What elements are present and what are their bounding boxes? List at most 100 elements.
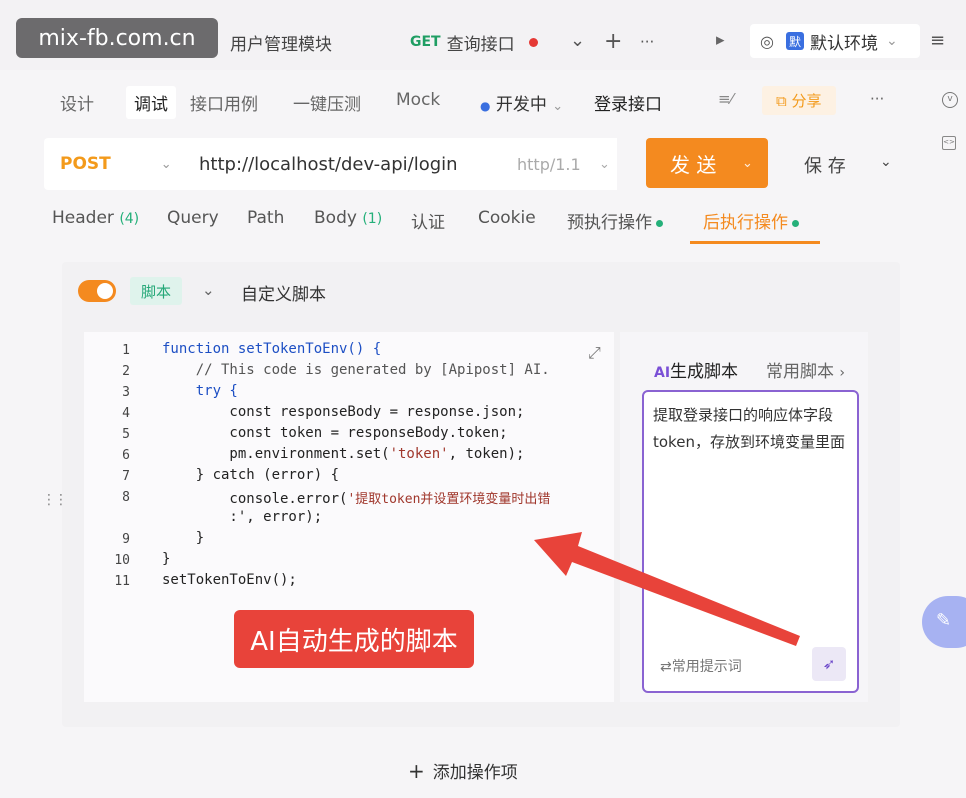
- code-line: const token = responseBody.token;: [162, 425, 508, 441]
- tab-user-module[interactable]: 用户管理模块: [230, 22, 332, 62]
- annotation-arrow: [534, 532, 800, 646]
- tab-label: 用户管理模块: [230, 34, 332, 55]
- url-text: http://localhost/dev-api/login: [199, 153, 458, 175]
- hint-label: 常用提示词: [671, 659, 742, 675]
- mode-toolbar: 设计 调试 接口用例 一键压测 Mock ● 开发中 ⌄ 登录接口 ≡⁄ ⧉ 分…: [40, 78, 920, 126]
- tab-path[interactable]: Path: [247, 208, 284, 228]
- line-number: 6: [122, 448, 130, 463]
- line-number: 10: [114, 553, 130, 568]
- chevron-down-icon: ⌄: [742, 155, 753, 171]
- code-line: } catch (error) {: [162, 467, 340, 483]
- method-badge: GET: [410, 34, 441, 50]
- tab-post-script[interactable]: 后执行操作: [703, 208, 799, 233]
- tab-label: 查询接口: [446, 34, 515, 55]
- tab-header[interactable]: Header (4): [52, 208, 139, 228]
- url-input[interactable]: http://localhost/dev-api/login http/1.1 …: [187, 138, 617, 190]
- tab-label: Header: [52, 208, 114, 228]
- share-icon: ⧉: [776, 92, 792, 110]
- unsaved-dot: [528, 37, 538, 47]
- plus-icon[interactable]: +: [604, 29, 622, 54]
- plus-icon: +: [408, 759, 425, 783]
- environment-label: 默认环境: [809, 33, 878, 54]
- menu-icon[interactable]: ≡: [930, 30, 945, 51]
- eye-icon: ◎: [760, 31, 774, 51]
- drag-handle-icon[interactable]: ⋮⋮: [42, 492, 68, 508]
- chevron-down-icon[interactable]: ⌄: [570, 30, 585, 51]
- tab-query[interactable]: Query: [167, 208, 219, 228]
- common-prompts-link[interactable]: ⇄常用提示词: [660, 656, 742, 676]
- share-button[interactable]: ⧉ 分享: [762, 86, 836, 115]
- tab-label: Body: [314, 208, 357, 228]
- watermark: mix-fb.com.cn: [16, 18, 218, 58]
- sparkle-icon: ⇄: [660, 659, 672, 675]
- line-number: 9: [122, 532, 130, 547]
- active-tab-underline: [690, 241, 820, 244]
- rocket-send-icon[interactable]: ➶: [812, 647, 846, 681]
- code-string: '提取token并设置环境变量时出错: [347, 492, 551, 507]
- param-tabs: Header (4) Query Path Body (1) 认证 Cookie…: [40, 196, 870, 248]
- chevron-down-icon: ⌄: [885, 33, 898, 49]
- status-dropdown[interactable]: ● 开发中 ⌄: [480, 90, 563, 115]
- tab-auth[interactable]: 认证: [411, 208, 445, 233]
- send-button[interactable]: 发 送 ⌄: [646, 138, 768, 188]
- code-line: }: [162, 551, 171, 567]
- mode-tab-design[interactable]: 设计: [60, 90, 94, 115]
- tab-query-api[interactable]: GET 查询接口: [410, 22, 538, 62]
- script-type-tag[interactable]: 脚本: [130, 277, 182, 305]
- tab-body[interactable]: Body (1): [314, 208, 382, 228]
- protocol-select[interactable]: http/1.1: [517, 155, 581, 174]
- mode-tab-mock[interactable]: Mock: [396, 90, 440, 110]
- tab-count: (4): [119, 211, 140, 227]
- more-icon[interactable]: ···: [870, 90, 884, 108]
- edit-icon[interactable]: ≡⁄: [718, 90, 733, 108]
- save-button[interactable]: 保 存: [804, 152, 846, 178]
- enable-toggle[interactable]: [78, 280, 116, 302]
- prompt-text: 提取登录接口的响应体字段token，存放到环境变量里面: [653, 406, 845, 451]
- add-operation-label: 添加操作项: [432, 763, 518, 783]
- status-dot-icon: ●: [480, 99, 491, 113]
- play-icon[interactable]: ▸: [716, 30, 725, 50]
- tab-cookie[interactable]: Cookie: [478, 208, 536, 228]
- add-operation-button[interactable]: + 添加操作项: [408, 758, 518, 783]
- tab-pre-script[interactable]: 预执行操作: [567, 208, 663, 233]
- code-line: pm.environment.set('token', token);: [162, 446, 524, 462]
- mode-tab-stress[interactable]: 一键压测: [293, 90, 361, 115]
- request-bar: POST ⌄ http://localhost/dev-api/login ht…: [44, 138, 914, 190]
- assistant-float-button[interactable]: ✎: [922, 596, 966, 648]
- active-dot: [656, 219, 663, 227]
- env-badge: 默: [785, 32, 804, 50]
- chevron-right-icon: ›: [839, 365, 846, 381]
- code-line: setTokenToEnv();: [162, 572, 297, 588]
- chevron-down-icon: ⌄: [160, 156, 172, 172]
- tab-label: 后执行操作: [703, 213, 788, 233]
- expand-icon[interactable]: ⤢: [588, 343, 601, 363]
- code-segment: pm.environment.set(: [162, 446, 390, 462]
- chevron-circle-icon[interactable]: v: [942, 92, 958, 108]
- line-number: 3: [122, 385, 130, 400]
- active-dot: [792, 219, 799, 227]
- tab-label: 常用脚本: [766, 362, 834, 382]
- tab-common-scripts[interactable]: 常用脚本 ›: [766, 357, 845, 382]
- code-line: }: [162, 530, 205, 546]
- mode-tab-debug[interactable]: 调试: [126, 86, 176, 119]
- line-number: 1: [122, 343, 130, 358]
- code-line: function setTokenToEnv() {: [162, 341, 382, 357]
- code-line: console.error('提取token并设置环境变量时出错: [162, 488, 550, 507]
- more-tabs-icon[interactable]: ···: [640, 33, 654, 51]
- chevron-down-icon[interactable]: ⌄: [202, 281, 215, 299]
- code-icon[interactable]: <>: [942, 136, 956, 150]
- line-number: 11: [114, 574, 130, 589]
- method-select[interactable]: POST ⌄: [44, 138, 187, 190]
- mode-tab-cases[interactable]: 接口用例: [190, 90, 258, 115]
- share-label: 分享: [791, 92, 822, 110]
- environment-selector[interactable]: ◎ 默 默认环境 ⌄: [750, 24, 920, 58]
- chevron-down-icon[interactable]: ⌄: [880, 154, 892, 170]
- send-label: 发 送: [670, 152, 717, 177]
- tab-label: 预执行操作: [567, 213, 652, 233]
- line-number: 2: [122, 364, 130, 379]
- method-label: POST: [60, 154, 111, 174]
- annotation-label: AI自动生成的脚本: [234, 610, 474, 668]
- code-line: // This code is generated by [Apipost] A…: [162, 362, 550, 378]
- tab-ai-generate[interactable]: AI生成脚本: [654, 357, 738, 382]
- api-name[interactable]: 登录接口: [594, 90, 662, 115]
